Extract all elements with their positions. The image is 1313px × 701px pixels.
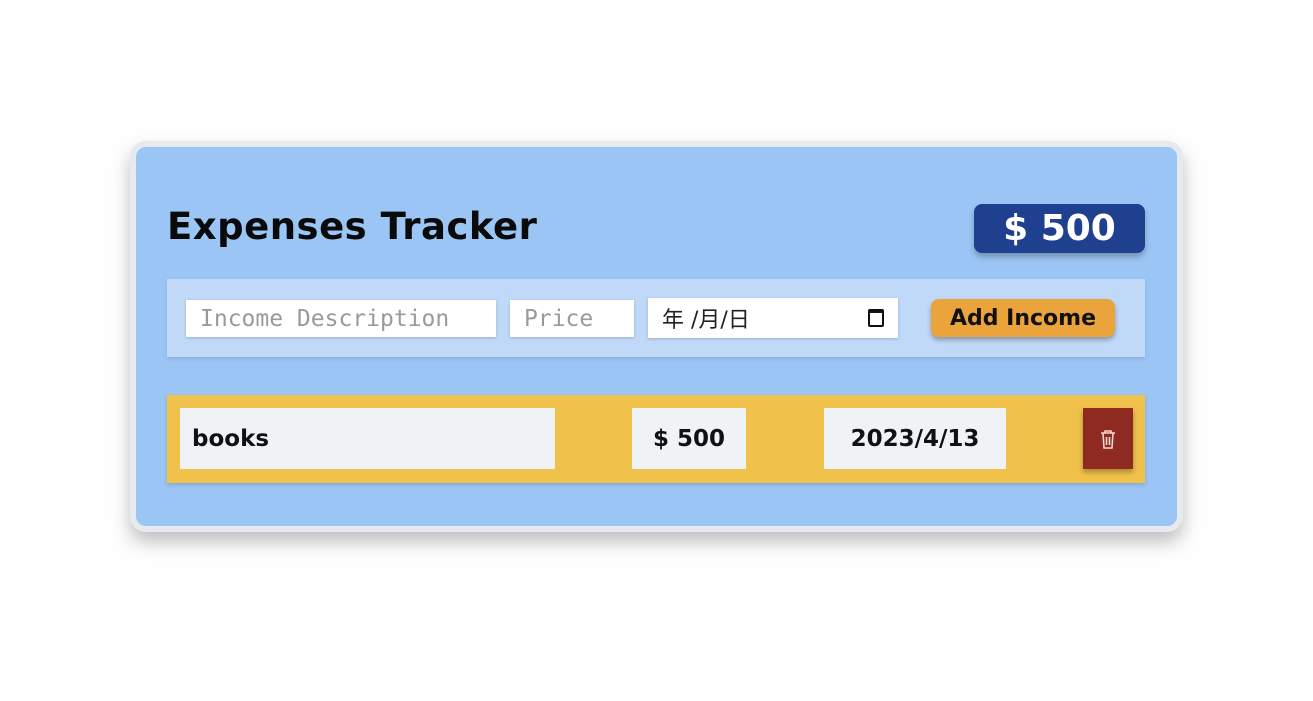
date-placeholder: 年 /月/日: [662, 308, 750, 333]
date-input[interactable]: 年 /月/日: [648, 298, 898, 338]
income-form: 年 /月/日 Add Income: [167, 279, 1145, 357]
entry-price: $ 500: [632, 408, 746, 469]
balance-badge: $ 500: [974, 204, 1145, 253]
page-title: Expenses Tracker: [167, 205, 538, 248]
delete-button[interactable]: [1083, 408, 1133, 469]
price-input[interactable]: [510, 300, 634, 337]
calendar-icon[interactable]: [868, 309, 884, 327]
entry-description: books: [180, 408, 555, 469]
trash-icon: [1101, 429, 1115, 449]
list-item: books $ 500 2023/4/13: [167, 395, 1145, 483]
entry-date: 2023/4/13: [824, 408, 1006, 469]
add-income-button[interactable]: Add Income: [931, 299, 1115, 337]
income-description-input[interactable]: [186, 300, 496, 337]
expenses-tracker-card: Expenses Tracker $ 500 年 /月/日 Add Income…: [130, 141, 1183, 532]
